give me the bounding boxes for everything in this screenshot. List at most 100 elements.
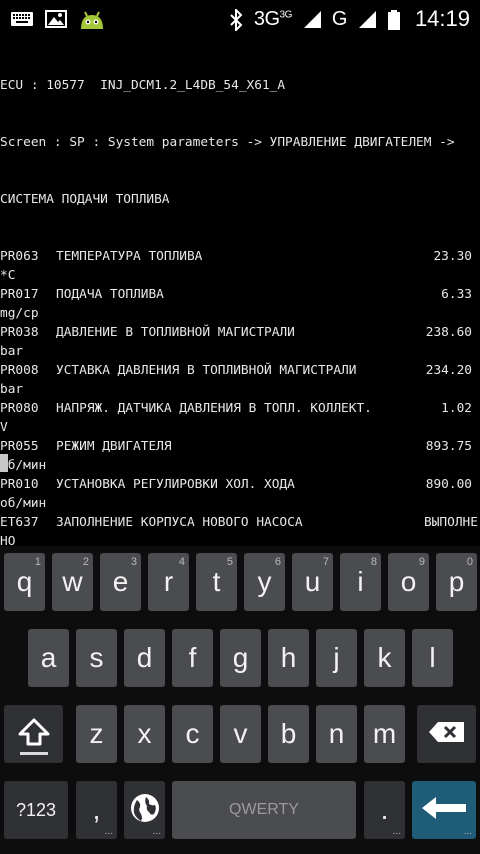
parameter-code: PR017 [0,287,39,302]
letter-key[interactable]: j [316,629,357,687]
ecu-header-line: ECU : 10577 INJ_DCM1.2_L4DB_54_X61_A [0,78,286,93]
number-hint: 7 [322,556,329,568]
letter-key-label: z [89,718,104,749]
parameter-name: РЕЖИМ ДВИГАТЕЛЯ [56,439,172,454]
letter-key-label: j [333,642,340,673]
parameter-list: PR063 ТЕМПЕРАТУРА ТОПЛИВА 23.30 *C PR017 ПОДА… [0,247,480,546]
letter-key-label: c [185,718,200,749]
letter-key[interactable]: i8 [340,553,381,611]
parameter-name: ТЕМПЕРАТУРА ТОПЛИВА [56,249,203,264]
letter-key[interactable]: k [364,629,405,687]
screen-path-line: Screen : SP : System parameters -> УПРАВ… [0,135,455,150]
backspace-key[interactable] [417,705,476,763]
letter-key[interactable]: q1 [4,553,45,611]
letter-key[interactable]: f [172,629,213,687]
parameter-row: PR063 ТЕМПЕРАТУРА ТОПЛИВА 23.30 [0,247,480,266]
symbols-key-label: ?123 [15,799,57,820]
enter-arrow-icon [420,795,468,826]
letter-key[interactable]: n [316,705,357,763]
shift-underline [20,752,48,755]
parameter-unit: V [0,420,8,435]
parameter-unit: об/мин [0,458,47,473]
parameter-code: PR010 [0,477,39,492]
signal-strength-icon [302,9,322,29]
number-hint: 4 [178,556,185,568]
parameter-name: УСТАВКА ДАВЛЕНИЯ В ТОПЛИВНОЙ МАГИСТРАЛИ [56,363,357,378]
letter-key[interactable]: t5 [196,553,237,611]
status-bar-notifications [10,9,106,29]
letter-key[interactable]: b [268,705,309,763]
period-key[interactable]: . ... [364,781,405,839]
status-bar: 3G3G G 14:19 [0,0,480,38]
letter-key[interactable]: c [172,705,213,763]
parameter-value: 6.33 [441,287,472,302]
letter-key-label: t [212,566,221,597]
parameter-value: 1.02 [441,401,472,416]
letter-key-label: u [304,566,321,597]
number-hint: 6 [274,556,281,568]
letter-key[interactable]: w2 [52,553,93,611]
android-icon [78,9,106,29]
letter-key[interactable]: h [268,629,309,687]
enter-key-more: ... [463,826,472,837]
space-key[interactable]: QWERTY [172,781,356,839]
terminal-output: ECU : 10577 INJ_DCM1.2_L4DB_54_X61_A Scr… [0,38,480,546]
number-hint: 5 [226,556,233,568]
letter-key-label: v [233,718,248,749]
parameter-unit: об/мин [0,496,47,511]
letter-key[interactable]: y6 [244,553,285,611]
parameter-row: PR055 РЕЖИМ ДВИГАТЕЛЯ 893.75 [0,437,480,456]
image-icon [44,9,68,29]
parameter-code: PR063 [0,249,39,264]
letter-key-label: p [448,566,465,597]
letter-key[interactable]: s [76,629,117,687]
parameter-value: ВЫПОЛНЕ [424,515,478,530]
shift-key[interactable] [4,705,63,763]
letter-key[interactable]: a [28,629,69,687]
letter-key[interactable]: d [124,629,165,687]
parameter-name: ЗАПОЛНЕНИЕ КОРПУСА НОВОГО НАСОСА [56,515,303,530]
letter-key[interactable]: e3 [100,553,141,611]
letter-key[interactable]: v [220,705,261,763]
parameter-name: УСТАНОВКА РЕГУЛИРОВКИ ХОЛ. ХОДА [56,477,295,492]
letter-key[interactable]: p0 [436,553,477,611]
backspace-icon [428,720,466,749]
enter-key[interactable]: ... [412,781,476,839]
comma-key-label: , [92,794,101,825]
keyboard-icon [10,9,34,29]
letter-key[interactable]: u7 [292,553,333,611]
signal-strength-icon-2 [357,9,377,29]
letter-key[interactable]: m [364,705,405,763]
parameter-code: PR080 [0,401,39,416]
letter-key-label: f [188,642,197,673]
comma-key[interactable]: , ... [76,781,117,839]
symbols-key[interactable]: ?123 [4,781,68,839]
letter-key-label: s [89,642,104,673]
period-key-label: . [380,794,389,825]
parameter-value: 890.00 [425,477,472,492]
parameter-row: PR080 НАПРЯЖ. ДАТЧИКА ДАВЛЕНИЯ В ТОПЛ. КО… [0,399,480,418]
space-key-label: QWERTY [229,801,299,818]
number-hint: 3 [130,556,137,568]
letter-key-label: i [357,566,364,597]
letter-key-label: a [40,642,57,673]
letter-key[interactable]: g [220,629,261,687]
letter-key[interactable]: l [412,629,453,687]
parameter-name: НАПРЯЖ. ДАТЧИКА ДАВЛЕНИЯ В ТОПЛ. КОЛЛЕКТ… [56,401,372,416]
letter-key[interactable]: x [124,705,165,763]
number-hint: 2 [82,556,89,568]
parameter-unit: bar [0,382,24,397]
language-key-more: ... [152,826,161,837]
letter-key[interactable]: o9 [388,553,429,611]
parameter-value: 238.60 [425,325,472,340]
letter-key[interactable]: r4 [148,553,189,611]
globe-icon [128,791,162,830]
shift-icon [17,717,51,752]
letter-key-label: r [163,566,174,597]
letter-key-label: e [112,566,129,597]
letter-key-label: d [136,642,153,673]
letter-key-label: n [328,718,345,749]
parameter-value: 23.30 [433,249,472,264]
letter-key[interactable]: z [76,705,117,763]
language-key[interactable]: ... [124,781,165,839]
